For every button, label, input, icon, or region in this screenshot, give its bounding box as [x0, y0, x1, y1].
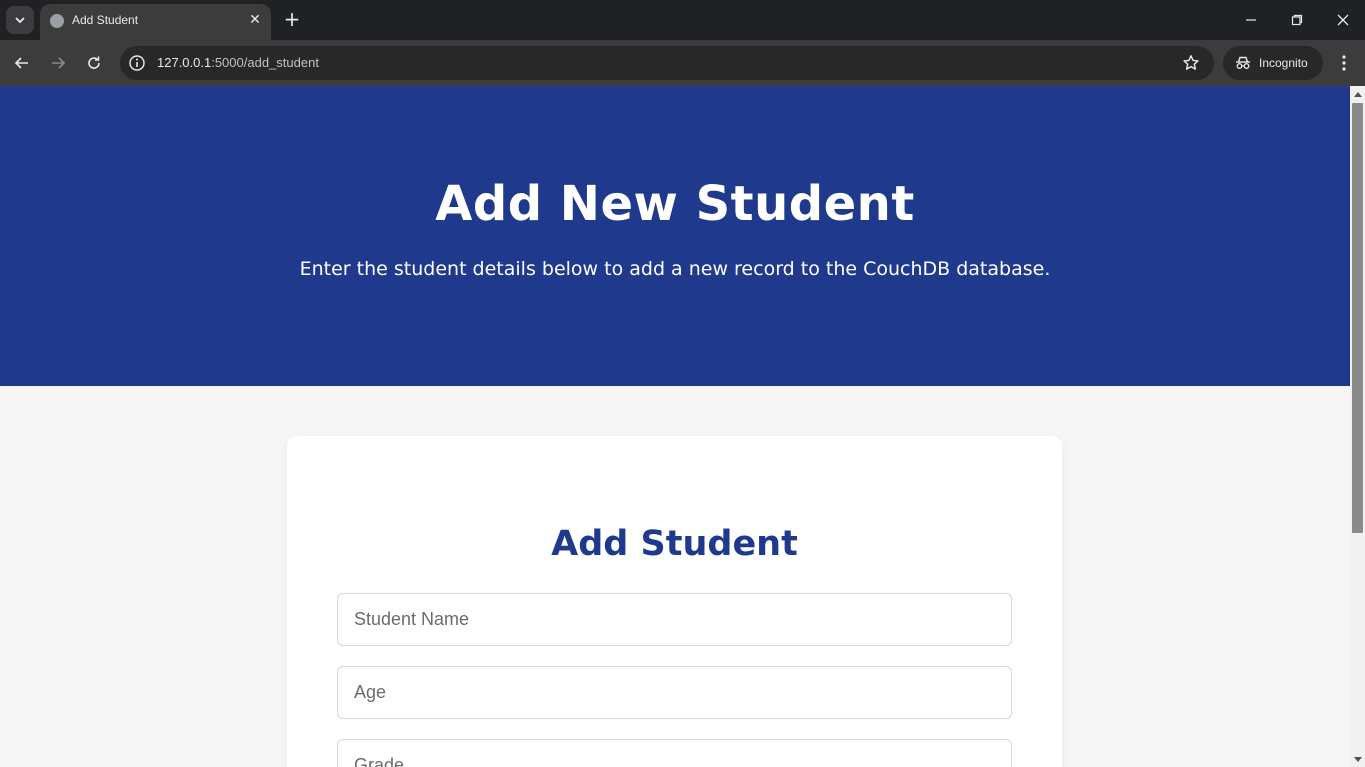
back-button[interactable]	[8, 49, 36, 77]
incognito-badge[interactable]: Incognito	[1223, 46, 1323, 80]
incognito-icon	[1236, 56, 1250, 69]
chevron-down-icon	[15, 17, 25, 24]
scroll-up-button[interactable]	[1350, 86, 1365, 101]
browser-menu-button[interactable]	[1332, 49, 1356, 77]
close-icon	[1337, 14, 1349, 26]
address-bar[interactable]: 127.0.0.1:5000/add_student	[120, 46, 1214, 80]
minimize-button[interactable]	[1237, 6, 1265, 34]
back-icon	[14, 57, 28, 69]
add-student-form-card: Add Student	[287, 436, 1062, 767]
globe-icon	[50, 14, 64, 28]
browser-tab-bar: Add Student ✕ +	[0, 0, 1365, 40]
restore-icon	[1291, 14, 1303, 26]
tab-title: Add Student	[72, 13, 139, 27]
forward-button[interactable]	[44, 49, 72, 77]
triangle-up-icon	[1353, 91, 1362, 97]
plus-icon: +	[283, 7, 301, 31]
close-window-button[interactable]	[1329, 6, 1357, 34]
page-scrollbar[interactable]	[1350, 86, 1365, 767]
page-subtitle: Enter the student details below to add a…	[299, 258, 1051, 280]
minimize-icon	[1246, 19, 1256, 21]
url-text: 127.0.0.1:5000/add_student	[157, 55, 319, 70]
url-host: 127.0.0.1	[157, 55, 212, 70]
browser-toolbar: 127.0.0.1:5000/add_student Incognito	[0, 40, 1365, 86]
triangle-down-icon	[1353, 756, 1362, 762]
student-name-input[interactable]	[337, 593, 1012, 646]
forward-icon	[52, 57, 66, 69]
page-title: Add New Student	[435, 176, 915, 232]
age-input[interactable]	[337, 666, 1012, 719]
grade-input[interactable]	[337, 739, 1012, 767]
url-path: :5000/add_student	[211, 55, 319, 70]
reload-icon	[88, 56, 100, 69]
close-icon[interactable]: ✕	[247, 12, 263, 28]
new-tab-button[interactable]: +	[280, 8, 304, 32]
info-icon[interactable]	[128, 54, 146, 72]
hero-banner: Add New Student Enter the student detail…	[0, 86, 1350, 386]
star-icon[interactable]	[1182, 54, 1200, 72]
kebab-menu-icon	[1342, 55, 1346, 71]
scroll-down-button[interactable]	[1350, 752, 1365, 767]
tab-search-button[interactable]	[6, 6, 34, 34]
active-tab[interactable]: Add Student ✕	[40, 4, 271, 40]
page-viewport: Add New Student Enter the student detail…	[0, 86, 1350, 767]
incognito-label: Incognito	[1259, 56, 1308, 70]
reload-button[interactable]	[80, 49, 108, 77]
form-heading: Add Student	[551, 524, 798, 564]
restore-button[interactable]	[1283, 6, 1311, 34]
scrollbar-thumb[interactable]	[1352, 103, 1363, 533]
